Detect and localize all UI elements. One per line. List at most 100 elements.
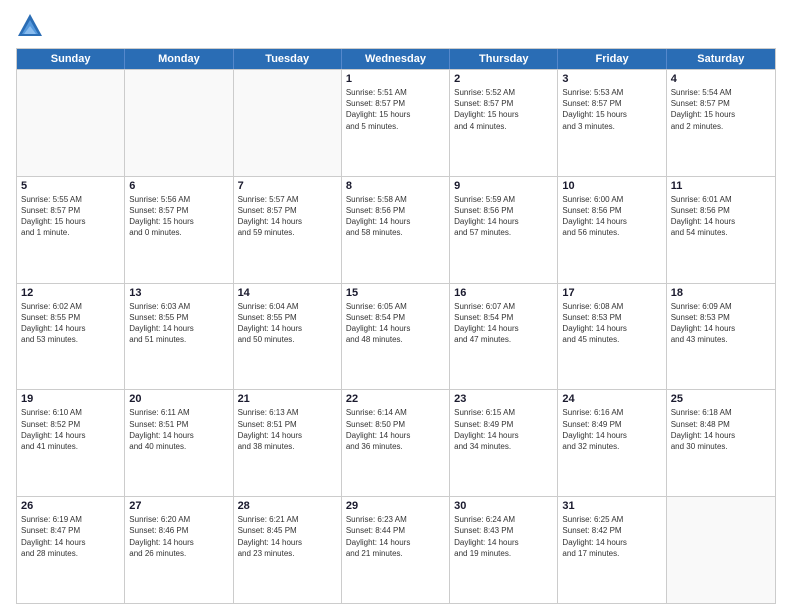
- calendar-cell: [125, 70, 233, 176]
- day-number: 2: [454, 73, 553, 85]
- day-info: Sunrise: 6:23 AM Sunset: 8:44 PM Dayligh…: [346, 514, 445, 559]
- day-info: Sunrise: 5:54 AM Sunset: 8:57 PM Dayligh…: [671, 87, 771, 132]
- day-info: Sunrise: 6:14 AM Sunset: 8:50 PM Dayligh…: [346, 407, 445, 452]
- calendar-cell: 30 Sunrise: 6:24 AM Sunset: 8:43 PM Dayli…: [450, 497, 558, 603]
- calendar-cell: [17, 70, 125, 176]
- calendar-cell: [234, 70, 342, 176]
- calendar-cell: 8 Sunrise: 5:58 AM Sunset: 8:56 PM Daylig…: [342, 177, 450, 283]
- day-info: Sunrise: 6:19 AM Sunset: 8:47 PM Dayligh…: [21, 514, 120, 559]
- calendar-cell: 20 Sunrise: 6:11 AM Sunset: 8:51 PM Dayli…: [125, 390, 233, 496]
- day-number: 18: [671, 287, 771, 299]
- day-info: Sunrise: 6:09 AM Sunset: 8:53 PM Dayligh…: [671, 301, 771, 346]
- cal-header-cell-tuesday: Tuesday: [234, 49, 342, 69]
- day-number: 3: [562, 73, 661, 85]
- logo-icon: [16, 12, 44, 40]
- day-info: Sunrise: 5:56 AM Sunset: 8:57 PM Dayligh…: [129, 194, 228, 239]
- calendar-cell: 24Sunrise: 6:16 AM Sunset: 8:49 PM Dayli…: [558, 390, 666, 496]
- header: [16, 12, 776, 40]
- day-number: 6: [129, 180, 228, 192]
- calendar-cell: 29 Sunrise: 6:23 AM Sunset: 8:44 PM Dayli…: [342, 497, 450, 603]
- day-info: Sunrise: 6:02 AM Sunset: 8:55 PM Dayligh…: [21, 301, 120, 346]
- calendar-cell: 13 Sunrise: 6:03 AM Sunset: 8:55 PM Dayli…: [125, 284, 233, 390]
- calendar-cell: 15Sunrise: 6:05 AM Sunset: 8:54 PM Dayli…: [342, 284, 450, 390]
- calendar-cell: 6 Sunrise: 5:56 AM Sunset: 8:57 PM Daylig…: [125, 177, 233, 283]
- calendar-cell: 3 Sunrise: 5:53 AM Sunset: 8:57 PM Daylig…: [558, 70, 666, 176]
- day-number: 7: [238, 180, 337, 192]
- day-number: 13: [129, 287, 228, 299]
- calendar-cell: 21Sunrise: 6:13 AM Sunset: 8:51 PM Dayli…: [234, 390, 342, 496]
- day-number: 12: [21, 287, 120, 299]
- day-number: 20: [129, 393, 228, 405]
- day-info: Sunrise: 6:11 AM Sunset: 8:51 PM Dayligh…: [129, 407, 228, 452]
- cal-header-cell-saturday: Saturday: [667, 49, 775, 69]
- day-info: Sunrise: 5:57 AM Sunset: 8:57 PM Dayligh…: [238, 194, 337, 239]
- day-info: Sunrise: 5:51 AM Sunset: 8:57 PM Dayligh…: [346, 87, 445, 132]
- calendar-week-5: 26 Sunrise: 6:19 AM Sunset: 8:47 PM Dayli…: [17, 496, 775, 603]
- calendar-cell: 26 Sunrise: 6:19 AM Sunset: 8:47 PM Dayli…: [17, 497, 125, 603]
- day-info: Sunrise: 6:03 AM Sunset: 8:55 PM Dayligh…: [129, 301, 228, 346]
- day-number: 21: [238, 393, 337, 405]
- day-info: Sunrise: 5:53 AM Sunset: 8:57 PM Dayligh…: [562, 87, 661, 132]
- day-info: Sunrise: 6:15 AM Sunset: 8:49 PM Dayligh…: [454, 407, 553, 452]
- day-info: Sunrise: 6:10 AM Sunset: 8:52 PM Dayligh…: [21, 407, 120, 452]
- day-number: 27: [129, 500, 228, 512]
- day-number: 16: [454, 287, 553, 299]
- cal-header-cell-sunday: Sunday: [17, 49, 125, 69]
- calendar-cell: 16 Sunrise: 6:07 AM Sunset: 8:54 PM Dayli…: [450, 284, 558, 390]
- day-info: Sunrise: 6:07 AM Sunset: 8:54 PM Dayligh…: [454, 301, 553, 346]
- day-number: 22: [346, 393, 445, 405]
- calendar-cell: 27 Sunrise: 6:20 AM Sunset: 8:46 PM Dayli…: [125, 497, 233, 603]
- day-number: 1: [346, 73, 445, 85]
- calendar-body: 1 Sunrise: 5:51 AM Sunset: 8:57 PM Daylig…: [17, 69, 775, 603]
- calendar-cell: 9 Sunrise: 5:59 AM Sunset: 8:56 PM Daylig…: [450, 177, 558, 283]
- cal-header-cell-friday: Friday: [558, 49, 666, 69]
- calendar-cell: 5 Sunrise: 5:55 AM Sunset: 8:57 PM Daylig…: [17, 177, 125, 283]
- day-info: Sunrise: 6:25 AM Sunset: 8:42 PM Dayligh…: [562, 514, 661, 559]
- day-number: 24: [562, 393, 661, 405]
- day-info: Sunrise: 6:21 AM Sunset: 8:45 PM Dayligh…: [238, 514, 337, 559]
- calendar-cell: 23Sunrise: 6:15 AM Sunset: 8:49 PM Dayli…: [450, 390, 558, 496]
- calendar-cell: 12 Sunrise: 6:02 AM Sunset: 8:55 PM Dayli…: [17, 284, 125, 390]
- calendar-cell: 1 Sunrise: 5:51 AM Sunset: 8:57 PM Daylig…: [342, 70, 450, 176]
- day-info: Sunrise: 5:58 AM Sunset: 8:56 PM Dayligh…: [346, 194, 445, 239]
- calendar-week-2: 5 Sunrise: 5:55 AM Sunset: 8:57 PM Daylig…: [17, 176, 775, 283]
- day-number: 9: [454, 180, 553, 192]
- day-number: 14: [238, 287, 337, 299]
- day-info: Sunrise: 5:52 AM Sunset: 8:57 PM Dayligh…: [454, 87, 553, 132]
- day-info: Sunrise: 6:05 AM Sunset: 8:54 PM Dayligh…: [346, 301, 445, 346]
- day-info: Sunrise: 6:08 AM Sunset: 8:53 PM Dayligh…: [562, 301, 661, 346]
- day-info: Sunrise: 6:18 AM Sunset: 8:48 PM Dayligh…: [671, 407, 771, 452]
- logo: [16, 12, 48, 40]
- day-number: 4: [671, 73, 771, 85]
- calendar-cell: 22 Sunrise: 6:14 AM Sunset: 8:50 PM Dayli…: [342, 390, 450, 496]
- day-number: 29: [346, 500, 445, 512]
- day-number: 26: [21, 500, 120, 512]
- calendar-week-3: 12 Sunrise: 6:02 AM Sunset: 8:55 PM Dayli…: [17, 283, 775, 390]
- calendar-cell: 10 Sunrise: 6:00 AM Sunset: 8:56 PM Dayli…: [558, 177, 666, 283]
- day-info: Sunrise: 5:59 AM Sunset: 8:56 PM Dayligh…: [454, 194, 553, 239]
- day-info: Sunrise: 5:55 AM Sunset: 8:57 PM Dayligh…: [21, 194, 120, 239]
- cal-header-cell-wednesday: Wednesday: [342, 49, 450, 69]
- day-number: 19: [21, 393, 120, 405]
- calendar-cell: 7 Sunrise: 5:57 AM Sunset: 8:57 PM Daylig…: [234, 177, 342, 283]
- calendar-cell: 28Sunrise: 6:21 AM Sunset: 8:45 PM Dayli…: [234, 497, 342, 603]
- calendar-cell: 4 Sunrise: 5:54 AM Sunset: 8:57 PM Daylig…: [667, 70, 775, 176]
- day-number: 8: [346, 180, 445, 192]
- day-number: 10: [562, 180, 661, 192]
- calendar-cell: 2 Sunrise: 5:52 AM Sunset: 8:57 PM Daylig…: [450, 70, 558, 176]
- day-info: Sunrise: 6:20 AM Sunset: 8:46 PM Dayligh…: [129, 514, 228, 559]
- day-number: 30: [454, 500, 553, 512]
- day-info: Sunrise: 6:24 AM Sunset: 8:43 PM Dayligh…: [454, 514, 553, 559]
- calendar-cell: 14 Sunrise: 6:04 AM Sunset: 8:55 PM Dayli…: [234, 284, 342, 390]
- day-number: 25: [671, 393, 771, 405]
- calendar-cell: 19 Sunrise: 6:10 AM Sunset: 8:52 PM Dayli…: [17, 390, 125, 496]
- day-number: 11: [671, 180, 771, 192]
- cal-header-cell-thursday: Thursday: [450, 49, 558, 69]
- calendar-header: SundayMondayTuesdayWednesdayThursdayFrid…: [17, 49, 775, 69]
- calendar-cell: [667, 497, 775, 603]
- cal-header-cell-monday: Monday: [125, 49, 233, 69]
- day-info: Sunrise: 6:04 AM Sunset: 8:55 PM Dayligh…: [238, 301, 337, 346]
- calendar-cell: 25 Sunrise: 6:18 AM Sunset: 8:48 PM Dayli…: [667, 390, 775, 496]
- day-number: 5: [21, 180, 120, 192]
- day-info: Sunrise: 6:00 AM Sunset: 8:56 PM Dayligh…: [562, 194, 661, 239]
